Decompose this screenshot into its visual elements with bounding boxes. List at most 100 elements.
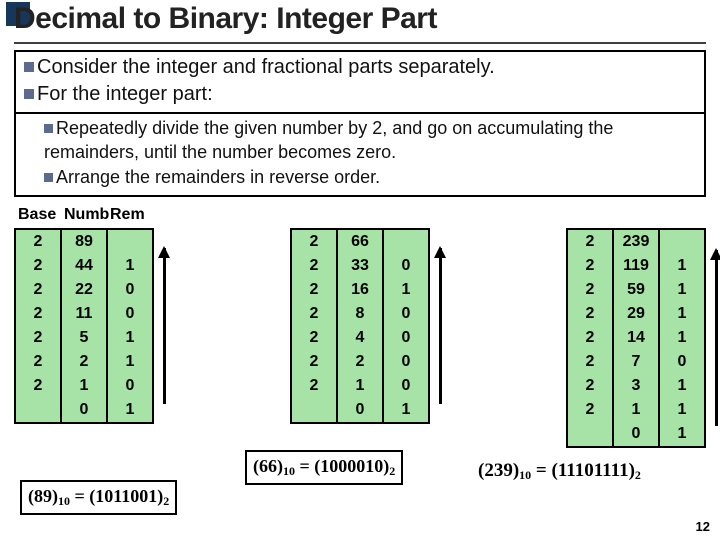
- table-cell: 1: [384, 398, 428, 422]
- table-cell: 0: [384, 302, 428, 326]
- table-cell: 5: [62, 326, 106, 350]
- division-table: 2222222 894422115210 1001101: [14, 228, 154, 424]
- square-bullet-icon: [44, 124, 53, 133]
- table-cell: 2: [16, 326, 60, 350]
- table-cell: 89: [62, 230, 106, 254]
- table-cell: 14: [614, 326, 658, 350]
- page-number: 12: [696, 519, 710, 534]
- square-bullet-icon: [24, 62, 34, 72]
- table-cell: 22: [62, 278, 106, 302]
- table-cell: 66: [338, 230, 382, 254]
- table-cell: 1: [660, 254, 704, 278]
- bullet-line: For the integer part:: [24, 81, 696, 108]
- header-base: Base: [14, 206, 60, 224]
- table-cell: 1: [660, 278, 704, 302]
- table-cell: 2: [568, 326, 612, 350]
- table-cell: 2: [16, 302, 60, 326]
- table-cell: 2: [568, 278, 612, 302]
- table-cell: 2: [292, 374, 336, 398]
- header-numb: Numb: [60, 206, 106, 224]
- bullet-text: Consider the integer and fractional part…: [37, 56, 495, 78]
- table-cell: 2: [568, 254, 612, 278]
- table-block-89: 2222222 894422115210 1001101: [14, 228, 154, 424]
- table-cell: 2: [292, 230, 336, 254]
- sub-bullet-line: Arrange the remainders in reverse order.: [24, 165, 696, 189]
- bullet-card-2: Repeatedly divide the given number by 2,…: [14, 112, 706, 197]
- table-cell: 0: [108, 374, 152, 398]
- table-cell: [292, 398, 336, 422]
- bullet-text: For the integer part:: [37, 83, 213, 105]
- table-cell: 2: [16, 350, 60, 374]
- square-bullet-icon: [44, 173, 53, 182]
- table-cell: 16: [338, 278, 382, 302]
- table-cell: 11: [62, 302, 106, 326]
- table-cell: 0: [384, 374, 428, 398]
- table-cell: 2: [568, 302, 612, 326]
- table-cell: 2: [16, 374, 60, 398]
- table-cell: 2: [16, 230, 60, 254]
- table-cell: 59: [614, 278, 658, 302]
- table-cell: 1: [660, 374, 704, 398]
- table-block-66: 2222222 66331684210 0100001: [290, 228, 430, 424]
- up-arrow-icon: [706, 228, 720, 448]
- table-cell: 0: [62, 398, 106, 422]
- table-cell: 1: [108, 350, 152, 374]
- table-cell: 2: [568, 230, 612, 254]
- table-cell: 2: [568, 374, 612, 398]
- table-cell: 0: [384, 326, 428, 350]
- table-cell: 1: [614, 398, 658, 422]
- table-cell: [108, 230, 152, 254]
- table-block-239: 22222222 2391195929147310 11110111: [566, 228, 706, 448]
- table-cell: 1: [660, 398, 704, 422]
- table-cell: 0: [384, 350, 428, 374]
- table-cell: 8: [338, 302, 382, 326]
- table-cell: 1: [660, 422, 704, 446]
- page-title: Decimal to Binary: Integer Part: [14, 2, 437, 36]
- table-cell: 0: [660, 350, 704, 374]
- square-bullet-icon: [24, 89, 34, 99]
- table-cell: [660, 230, 704, 254]
- table-cell: 2: [16, 278, 60, 302]
- table-cell: 0: [338, 398, 382, 422]
- table-cell: 1: [338, 374, 382, 398]
- division-table: 22222222 2391195929147310 11110111: [566, 228, 706, 448]
- table-cell: [568, 422, 612, 446]
- table-cell: 1: [108, 254, 152, 278]
- table-cell: 1: [660, 302, 704, 326]
- table-cell: 2: [292, 278, 336, 302]
- header-rem: Rem: [106, 206, 152, 224]
- table-cell: 2: [292, 350, 336, 374]
- table-cell: [384, 230, 428, 254]
- table-cell: 2: [292, 254, 336, 278]
- sub-bullet-line: Repeatedly divide the given number by 2,…: [24, 116, 696, 165]
- table-cell: 2: [338, 350, 382, 374]
- table-cell: 0: [108, 278, 152, 302]
- table-cell: 2: [292, 326, 336, 350]
- table-cell: 7: [614, 350, 658, 374]
- table-cell: 1: [384, 278, 428, 302]
- table-cell: 1: [108, 326, 152, 350]
- table-cell: 2: [568, 350, 612, 374]
- table-cell: 0: [614, 422, 658, 446]
- table-cell: [16, 398, 60, 422]
- table-cell: 3: [614, 374, 658, 398]
- equation-239: (239)10 = (11101111)2: [478, 460, 641, 483]
- bullet-text: Arrange the remainders in reverse order.: [56, 167, 380, 187]
- table-cell: 239: [614, 230, 658, 254]
- table-cell: 44: [62, 254, 106, 278]
- up-arrow-icon: [154, 228, 174, 424]
- table-cell: 0: [384, 254, 428, 278]
- table-cell: 2: [62, 350, 106, 374]
- table-cell: 0: [108, 302, 152, 326]
- table-cell: 33: [338, 254, 382, 278]
- table-cell: 2: [292, 302, 336, 326]
- table-cell: 1: [108, 398, 152, 422]
- column-headers: Base Numb Rem: [14, 206, 152, 224]
- table-cell: 1: [62, 374, 106, 398]
- table-cell: 2: [16, 254, 60, 278]
- bullet-text: Repeatedly divide the given number by 2,…: [44, 118, 613, 162]
- up-arrow-icon: [430, 228, 450, 424]
- bullet-card-1: Consider the integer and fractional part…: [14, 50, 706, 116]
- equation-66: (66)10 = (1000010)2: [245, 450, 403, 485]
- division-table: 2222222 66331684210 0100001: [290, 228, 430, 424]
